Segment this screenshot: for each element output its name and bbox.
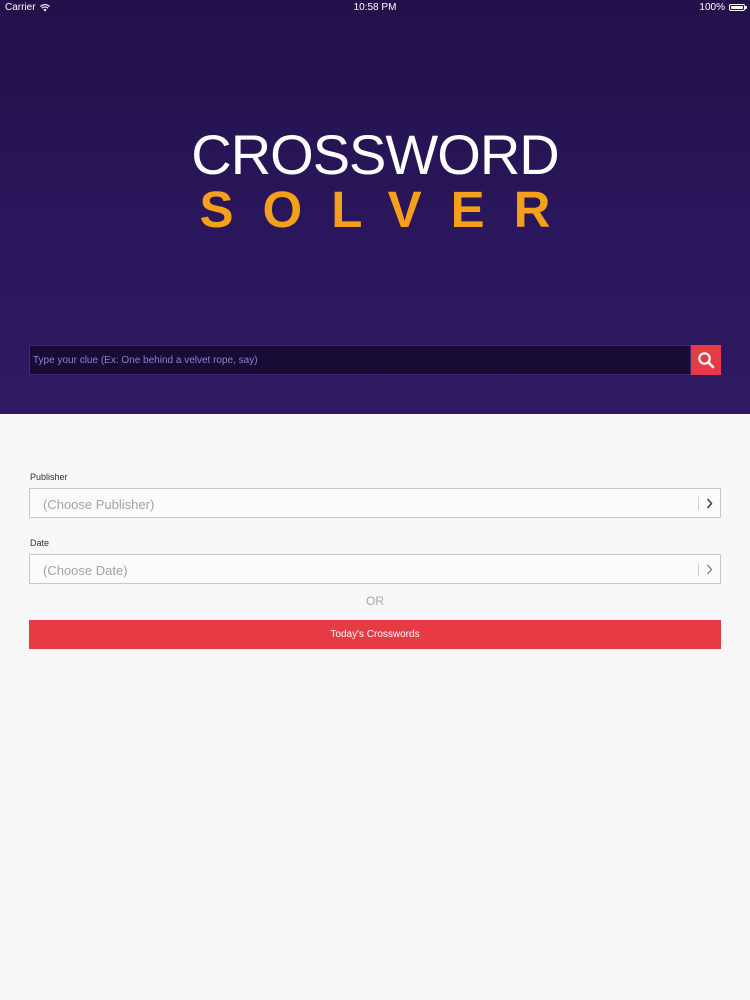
status-time: 10:58 PM [353,2,397,13]
status-bar: Carrier 10:58 PM 100% [0,0,750,16]
logo-crossword-text: CROSSWORD [191,123,559,186]
publisher-value: (Choose Publisher) [43,497,155,512]
divider [698,563,699,576]
logo-solver-text: SOLVER [199,181,580,238]
search-icon [698,352,715,369]
battery-icon [729,4,747,11]
battery-percentage: 100% [699,2,725,13]
search-button[interactable] [691,345,721,375]
todays-crosswords-button[interactable]: Today's Crosswords [29,620,721,649]
app-logo: CROSSWORD SOLVER [0,127,750,236]
publisher-select[interactable]: (Choose Publisher) [29,488,721,518]
date-value: (Choose Date) [43,563,128,578]
date-select[interactable]: (Choose Date) [29,554,721,584]
hero-banner: Carrier 10:58 PM 100% CROSSWORD SOLVER [0,0,750,414]
chevron-right-icon [704,497,714,510]
chevron-right-icon [704,563,714,576]
or-separator: OR [366,594,384,608]
status-right: 100% [699,2,747,13]
publisher-label: Publisher [30,472,68,482]
date-label: Date [30,538,50,548]
clue-search-input[interactable] [29,345,691,375]
divider [698,497,699,510]
